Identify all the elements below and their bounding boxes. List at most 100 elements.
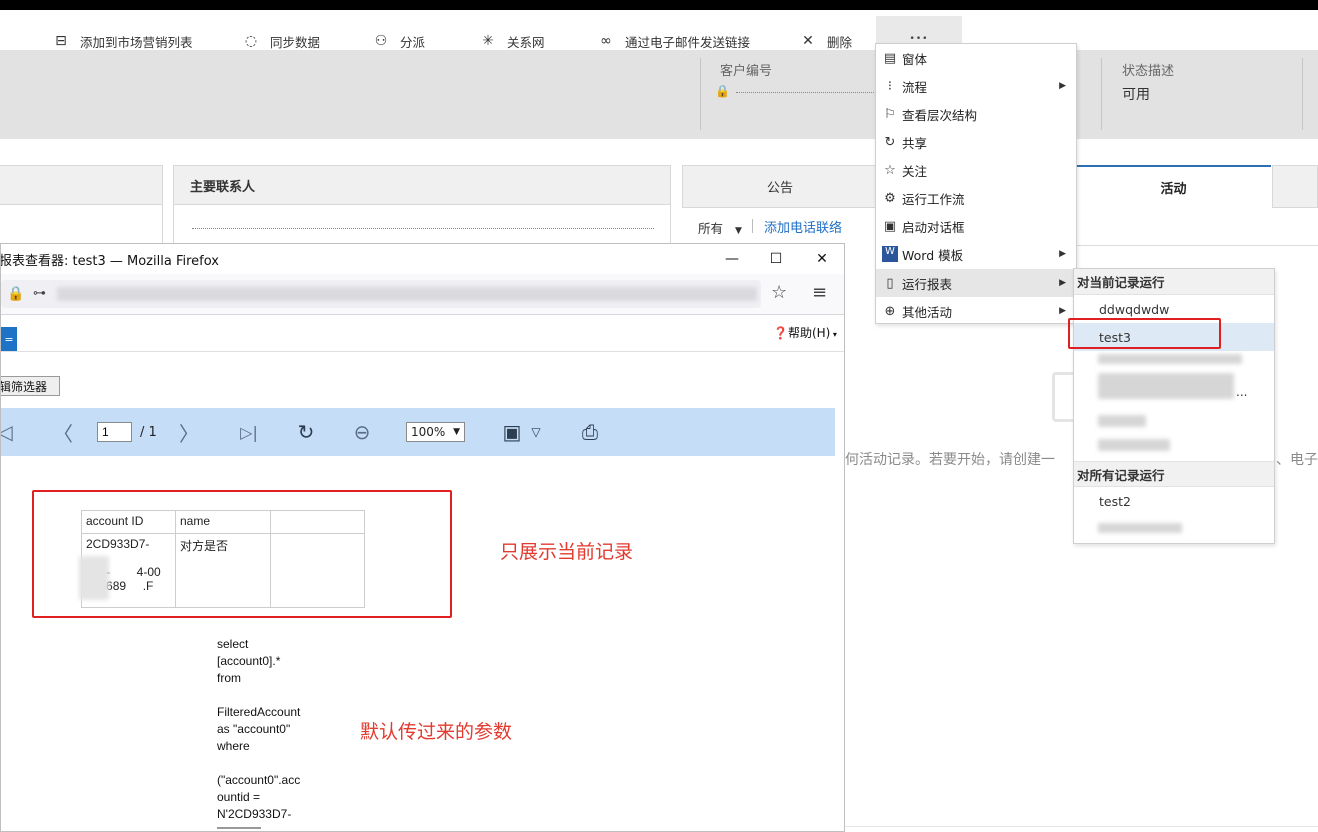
run-report-submenu: 对当前记录运行 ddwqdwdw test3 ... 对所有记录运行 test2 bbox=[1073, 268, 1275, 544]
filter-all-select[interactable]: 所有 ▼ bbox=[698, 218, 742, 237]
sync-data-button[interactable]: ◌ 同步数据 bbox=[240, 30, 320, 52]
zoom-select[interactable]: 100% ▼ bbox=[406, 422, 465, 442]
save-icon[interactable]: ▣ bbox=[499, 420, 525, 444]
scroll-marker bbox=[217, 827, 261, 829]
blurred-report-item[interactable] bbox=[1098, 373, 1234, 399]
menu-item-other-activities[interactable]: ⊕ 其他活动 ▶ bbox=[876, 297, 1076, 325]
blurred-report-item[interactable] bbox=[1098, 354, 1242, 364]
primary-contact-header: 主要联系人 bbox=[173, 165, 671, 205]
chevron-down-icon: ▾ bbox=[830, 330, 837, 339]
dialog-icon: ▣ bbox=[883, 218, 897, 234]
back-icon[interactable]: ⊖ bbox=[349, 420, 375, 444]
annotation-current-record: 只展示当前记录 bbox=[500, 541, 634, 563]
permissions-icon[interactable]: ⊶ bbox=[33, 286, 46, 301]
header-divider bbox=[700, 58, 701, 130]
blurred-report-item[interactable] bbox=[1098, 415, 1146, 427]
delete-button[interactable]: ✕ 删除 bbox=[797, 30, 852, 52]
empty-activity-text: 何活动记录。若要开始，请创建一 bbox=[845, 452, 1055, 468]
previous-page-icon[interactable]: 〈 bbox=[51, 420, 75, 446]
screen-top-bar bbox=[0, 0, 1318, 10]
chevron-right-icon: ▶ bbox=[1059, 81, 1066, 91]
report-item-test2[interactable]: test2 bbox=[1074, 487, 1274, 515]
help-menu[interactable]: ❓帮助(H) ▾ bbox=[773, 324, 837, 341]
add-to-marketing-list-button[interactable]: ⊟ 添加到市场营销列表 bbox=[50, 30, 192, 52]
tab-announcement[interactable]: 公告 bbox=[682, 165, 878, 208]
primary-contact-field[interactable] bbox=[192, 228, 654, 229]
connection-icon: ✳ bbox=[482, 33, 494, 49]
menu-item-run-workflow[interactable]: ⚙ 运行工作流 bbox=[876, 184, 1076, 212]
close-icon[interactable]: ✕ bbox=[809, 246, 835, 272]
share-icon: ↻ bbox=[884, 134, 896, 150]
divider bbox=[1, 351, 844, 352]
truncation-ellipsis: ... bbox=[1236, 385, 1248, 399]
connection-button[interactable]: ✳ 关系网 bbox=[477, 30, 544, 52]
maximize-icon[interactable]: ☐ bbox=[763, 246, 789, 272]
assign-icon: ⚇ bbox=[374, 33, 388, 49]
header-divider bbox=[1101, 58, 1102, 130]
blurred-url bbox=[57, 287, 757, 301]
window-title: 报表查看器: test3 — Mozilla Firefox bbox=[0, 254, 219, 269]
window-titlebar: 报表查看器: test3 — Mozilla Firefox — ☐ ✕ bbox=[0, 244, 844, 274]
left-panel-body bbox=[0, 205, 163, 245]
page-number-input[interactable] bbox=[97, 422, 132, 442]
chevron-down-icon[interactable]: ▽ bbox=[527, 420, 545, 444]
blurred-report-item[interactable] bbox=[1098, 523, 1182, 533]
chevron-right-icon: ▶ bbox=[1059, 278, 1066, 288]
browser-navbar: 🔒 ⊶ ☆ ≡ bbox=[1, 274, 844, 314]
sync-icon: ◌ bbox=[244, 33, 258, 49]
process-icon: ⁝ bbox=[887, 78, 893, 94]
add-phone-call-link[interactable]: 添加电话联络 bbox=[764, 217, 842, 236]
menu-item-follow[interactable]: ☆ 关注 bbox=[876, 156, 1076, 184]
blurred-report-item[interactable] bbox=[1098, 439, 1170, 451]
customer-number-field[interactable] bbox=[736, 92, 876, 93]
status-value: 可用 bbox=[1122, 87, 1150, 103]
star-icon: ☆ bbox=[884, 162, 896, 178]
menu-item-word-template[interactable]: W Word 模板 ▶ bbox=[876, 240, 1076, 268]
menu-item-form[interactable]: ▤ 窗体 bbox=[876, 44, 1076, 72]
first-page-icon[interactable]: ◁ bbox=[1, 420, 15, 444]
divider bbox=[1, 314, 844, 315]
last-page-icon[interactable]: ▷| bbox=[237, 420, 261, 444]
status-label: 状态描述 bbox=[1122, 64, 1175, 79]
help-icon: ❓ bbox=[773, 326, 788, 340]
report-toolbar: ◁ 〈 / 1 〉 ▷| ↻ ⊖ 100% ▼ ▣ ▽ ⎙ bbox=[1, 408, 835, 456]
menu-item-start-dialog[interactable]: ▣ 启动对话框 bbox=[876, 212, 1076, 240]
lock-icon: 🔒 bbox=[715, 84, 730, 98]
chevron-down-icon: ▼ bbox=[453, 427, 460, 437]
menu-item-hierarchy[interactable]: ⚐ 查看层次结构 bbox=[876, 100, 1076, 128]
submenu-section-all: 对所有记录运行 bbox=[1074, 461, 1274, 487]
tab-activity[interactable]: 活动 bbox=[1076, 165, 1271, 208]
tab-more[interactable] bbox=[1272, 165, 1318, 208]
page-total: / 1 bbox=[140, 425, 157, 440]
sql-query-text: select [account0].* from FilteredAccount… bbox=[217, 637, 301, 821]
customer-number-label: 客户编号 bbox=[720, 64, 773, 79]
empty-activity-text-tail: 、电子 bbox=[1276, 452, 1318, 468]
highlight-box bbox=[1068, 318, 1221, 349]
highlight-box bbox=[32, 490, 452, 618]
chevron-right-icon: ▶ bbox=[1059, 249, 1066, 259]
print-icon[interactable]: ⎙ bbox=[576, 420, 604, 444]
menu-item-process[interactable]: ⁝ 流程 ▶ bbox=[876, 72, 1076, 100]
next-page-icon[interactable]: 〉 bbox=[177, 420, 201, 446]
more-commands-menu: ▤ 窗体 ⁝ 流程 ▶ ⚐ 查看层次结构 ↻ 共享 ☆ 关注 ⚙ 运行工作流 ▣ 启动对话框 W… bbox=[875, 43, 1077, 324]
activity-divider bbox=[1076, 245, 1318, 246]
menu-item-run-report[interactable]: ▯ 运行报表 ▶ bbox=[876, 269, 1076, 297]
menu-icon[interactable]: ≡ bbox=[812, 282, 827, 303]
menu-item-share[interactable]: ↻ 共享 bbox=[876, 128, 1076, 156]
workflow-icon: ⚙ bbox=[884, 190, 896, 206]
divider bbox=[752, 219, 753, 233]
primary-contact-body bbox=[173, 205, 671, 245]
email-link-button[interactable]: ∞ 通过电子邮件发送链接 bbox=[595, 30, 750, 52]
submenu-section-current: 对当前记录运行 bbox=[1074, 269, 1274, 295]
edit-filter-button[interactable]: 辑筛选器 bbox=[1, 376, 60, 396]
form-icon: ▤ bbox=[883, 50, 897, 66]
delete-icon: ✕ bbox=[802, 33, 814, 49]
hierarchy-icon: ⚐ bbox=[884, 106, 896, 122]
minimize-icon[interactable]: — bbox=[719, 246, 745, 272]
bookmark-star-icon[interactable]: ☆ bbox=[771, 282, 787, 303]
report-tab[interactable]: = bbox=[1, 327, 17, 351]
more-commands-button[interactable]: ••• bbox=[876, 16, 962, 46]
refresh-icon[interactable]: ↻ bbox=[293, 420, 319, 444]
assign-button[interactable]: ⚇ 分派 bbox=[370, 30, 425, 52]
other-activity-icon: ⊕ bbox=[884, 303, 896, 319]
